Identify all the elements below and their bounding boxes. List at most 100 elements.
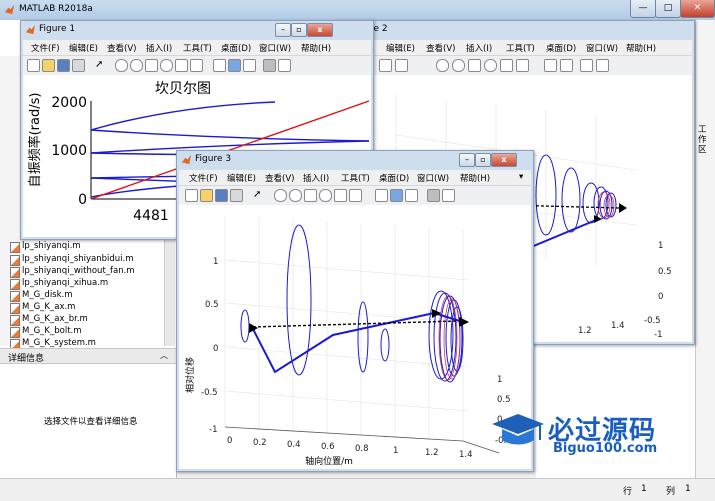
details-header[interactable]: 详细信息 ︿ — [0, 348, 176, 364]
pan-icon[interactable] — [468, 59, 481, 72]
list-item[interactable]: lp_shiyanqi_without_fan.m — [10, 266, 135, 278]
hide-tools-icon[interactable] — [580, 59, 593, 72]
dock-icon[interactable] — [596, 59, 609, 72]
data-cursor-icon[interactable] — [175, 59, 188, 72]
legend-icon[interactable] — [243, 59, 256, 72]
rotate-icon[interactable] — [484, 59, 497, 72]
menu-item-insert[interactable]: 插入(I) — [146, 42, 172, 54]
figure1-toolbar: ➚ — [23, 55, 371, 76]
menu-item[interactable]: 桌面(D) — [546, 42, 576, 54]
list-item[interactable]: M_G_K_ax_br.m — [10, 314, 88, 326]
figure1-restore-button[interactable]: ▫ — [291, 23, 307, 37]
save-icon[interactable] — [215, 189, 228, 202]
rotate-icon[interactable] — [160, 59, 173, 72]
menu-item-tools[interactable]: 工具(T) — [341, 172, 370, 184]
chart-title: 坎贝尔图 — [155, 81, 211, 97]
figure3-window[interactable]: Figure 3 – ▫ x 文件(F) 编辑(E) 查看(V) 插入(I) 工… — [176, 150, 534, 472]
menu-item[interactable]: 插入(I) — [466, 42, 492, 54]
brush-icon[interactable] — [349, 189, 362, 202]
menu-item-window[interactable]: 窗口(W) — [259, 42, 291, 54]
save-icon[interactable] — [57, 59, 70, 72]
menu-item-tools[interactable]: 工具(T) — [183, 42, 212, 54]
chevron-down-icon[interactable]: ▾ — [519, 172, 523, 182]
list-item[interactable]: lp_shiyanqi_shiyanbidui.m — [10, 254, 134, 266]
dock-icon[interactable] — [278, 59, 291, 72]
zoom-out-icon[interactable] — [289, 189, 302, 202]
new-figure-icon[interactable] — [185, 189, 198, 202]
rotate-icon[interactable] — [319, 189, 332, 202]
graduation-cap-logo-icon — [492, 414, 544, 445]
figure1-minimize-button[interactable]: – — [275, 23, 291, 37]
zoom-out-icon[interactable] — [452, 59, 465, 72]
list-item[interactable]: lp_shiyanqi.m — [10, 241, 81, 253]
data-cursor-icon[interactable] — [500, 59, 513, 72]
menu-item-edit[interactable]: 编辑(E) — [69, 42, 98, 54]
menu-item[interactable]: 编辑(E) — [386, 42, 415, 54]
menu-item-desktop[interactable]: 桌面(D) — [379, 172, 409, 184]
minimize-button[interactable]: — — [630, 0, 656, 18]
legend-icon[interactable] — [560, 59, 573, 72]
pan-icon[interactable] — [304, 189, 317, 202]
select-arrow-icon[interactable]: ➚ — [253, 189, 264, 200]
figure1-menubar: 文件(F) 编辑(E) 查看(V) 插入(I) 工具(T) 桌面(D) 窗口(W… — [23, 40, 371, 55]
menu-item-desktop[interactable]: 桌面(D) — [221, 42, 251, 54]
menu-item-view[interactable]: 查看(V) — [107, 42, 136, 54]
chevron-up-icon[interactable]: ︿ — [160, 350, 168, 361]
colorbar-icon[interactable] — [228, 59, 241, 72]
link-icon[interactable] — [375, 189, 388, 202]
print-icon[interactable] — [395, 59, 408, 72]
pan-icon[interactable] — [145, 59, 158, 72]
file-list-scrollbar[interactable] — [164, 236, 175, 346]
figure3-minimize-button[interactable]: – — [459, 153, 475, 167]
print-icon[interactable] — [230, 189, 243, 202]
menu-item[interactable]: 工具(T) — [506, 42, 535, 54]
workspace-tab[interactable]: 工作区 — [698, 125, 708, 155]
x-tick: 0.4 — [287, 440, 301, 450]
menu-item-help[interactable]: 帮助(H) — [460, 172, 490, 184]
save-icon[interactable] — [379, 59, 392, 72]
figure3-close-button[interactable]: x — [491, 153, 517, 167]
colorbar-icon[interactable] — [544, 59, 557, 72]
menu-item-view[interactable]: 查看(V) — [265, 172, 294, 184]
data-cursor-icon[interactable] — [334, 189, 347, 202]
legend-icon[interactable] — [405, 189, 418, 202]
menu-item-insert[interactable]: 插入(I) — [303, 172, 329, 184]
open-icon[interactable] — [200, 189, 213, 202]
menu-item[interactable]: 查看(V) — [426, 42, 455, 54]
zoom-in-icon[interactable] — [436, 59, 449, 72]
figure3-restore-button[interactable]: ▫ — [475, 153, 491, 167]
dock-icon[interactable] — [442, 189, 455, 202]
new-figure-icon[interactable] — [27, 59, 40, 72]
menu-item[interactable]: 窗口(W) — [586, 42, 618, 54]
brush-icon[interactable] — [190, 59, 203, 72]
menu-item-help[interactable]: 帮助(H) — [301, 42, 331, 54]
matlab-logo-icon — [25, 24, 36, 35]
menu-item-window[interactable]: 窗口(W) — [417, 172, 449, 184]
print-icon[interactable] — [72, 59, 85, 72]
open-icon[interactable] — [42, 59, 55, 72]
brush-icon[interactable] — [516, 59, 529, 72]
maximize-button[interactable]: □ — [655, 0, 681, 18]
figure1-title: Figure 1 — [39, 24, 76, 34]
hide-tools-icon[interactable] — [427, 189, 440, 202]
menu-item[interactable]: 帮助(H) — [626, 42, 656, 54]
list-item[interactable]: lp_shiyanqi_xihua.m — [10, 278, 108, 290]
link-icon[interactable] — [213, 59, 226, 72]
close-button[interactable]: ✕ — [680, 0, 715, 18]
menu-item-file[interactable]: 文件(F) — [31, 42, 60, 54]
list-item[interactable]: M_G_disk.m — [10, 290, 73, 302]
x-tick: 0.8 — [355, 444, 369, 454]
zoom-in-icon[interactable] — [274, 189, 287, 202]
hide-tools-icon[interactable] — [263, 59, 276, 72]
m-file-icon — [10, 315, 20, 326]
figure1-close-button[interactable]: x — [307, 23, 333, 37]
list-item[interactable]: M_G_K_bolt.m — [10, 326, 82, 338]
colorbar-icon[interactable] — [390, 189, 403, 202]
zoom-out-icon[interactable] — [130, 59, 143, 72]
select-arrow-icon[interactable]: ➚ — [95, 59, 106, 70]
menu-item-edit[interactable]: 编辑(E) — [227, 172, 256, 184]
figure2-menubar: 编辑(E) 查看(V) 插入(I) 工具(T) 桌面(D) 窗口(W) 帮助(H… — [336, 40, 692, 55]
menu-item-file[interactable]: 文件(F) — [189, 172, 218, 184]
zoom-in-icon[interactable] — [115, 59, 128, 72]
list-item[interactable]: M_G_K_ax.m — [10, 302, 75, 314]
